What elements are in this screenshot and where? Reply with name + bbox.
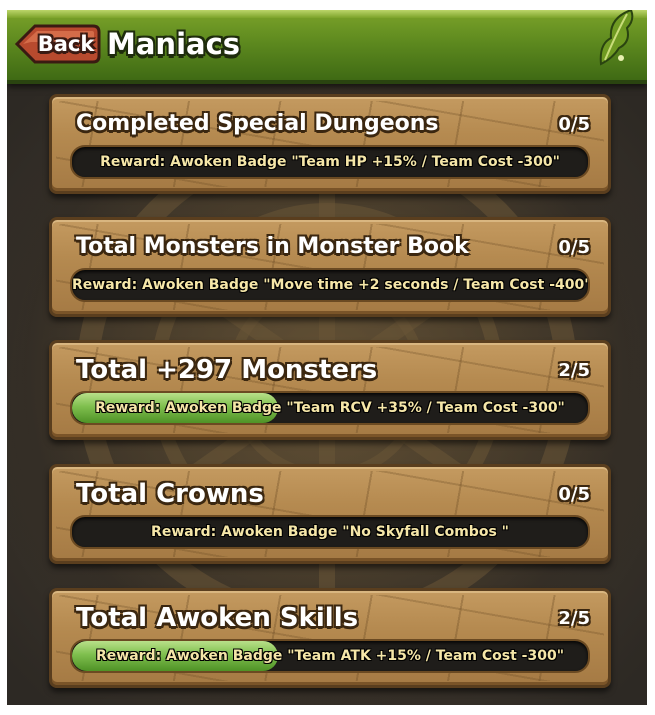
title-bar-highlight: [7, 10, 647, 18]
screen: Back Maniacs Completed Special Dungeons …: [7, 10, 647, 705]
mission-panel[interactable]: Total Monsters in Monster Book 0/5 Rewar…: [49, 217, 611, 317]
mission-progress-count: 0/5: [558, 484, 590, 505]
back-button[interactable]: Back: [13, 24, 101, 64]
title-bar: Back Maniacs: [7, 10, 647, 84]
reward-progress-bar: Reward: Awoken Badge "Move time +2 secon…: [70, 268, 590, 302]
back-button-label: Back: [37, 32, 95, 56]
mission-panel[interactable]: Total Awoken Skills 2/5 Reward: Awoken B…: [49, 588, 611, 688]
reward-progress-bar: Reward: Awoken Badge "Team ATK +15% / Te…: [70, 639, 590, 673]
mission-panel[interactable]: Completed Special Dungeons 0/5 Reward: A…: [49, 94, 611, 194]
mission-progress-count: 2/5: [558, 608, 590, 629]
reward-text: Reward: Awoken Badge "Move time +2 secon…: [72, 277, 590, 293]
mission-title: Total Monsters in Monster Book: [76, 234, 469, 259]
reward-text: Reward: Awoken Badge "Team RCV +35% / Te…: [95, 400, 565, 416]
page-title: Maniacs: [107, 27, 241, 61]
mission-panel[interactable]: Total Crowns 0/5 Reward: Awoken Badge "N…: [49, 464, 611, 564]
mission-panel[interactable]: Total +297 Monsters 2/5 Reward: Awoken B…: [49, 340, 611, 440]
mission-title: Total Crowns: [76, 479, 264, 509]
reward-text: Reward: Awoken Badge "No Skyfall Combos …: [151, 524, 509, 540]
reward-text: Reward: Awoken Badge "Team ATK +15% / Te…: [96, 648, 564, 664]
mission-title: Completed Special Dungeons: [76, 111, 439, 136]
reward-text: Reward: Awoken Badge "Team HP +15% / Tea…: [100, 154, 560, 170]
mission-title: Total +297 Monsters: [76, 355, 378, 385]
reward-progress-bar: Reward: Awoken Badge "No Skyfall Combos …: [70, 515, 590, 549]
reward-progress-bar: Reward: Awoken Badge "Team RCV +35% / Te…: [70, 391, 590, 425]
mission-progress-count: 0/5: [558, 237, 590, 258]
leaf-icon: [599, 10, 634, 66]
mission-title: Total Awoken Skills: [76, 603, 359, 633]
mission-progress-count: 0/5: [558, 114, 590, 135]
reward-progress-bar: Reward: Awoken Badge "Team HP +15% / Tea…: [70, 145, 590, 179]
mission-progress-count: 2/5: [558, 360, 590, 381]
